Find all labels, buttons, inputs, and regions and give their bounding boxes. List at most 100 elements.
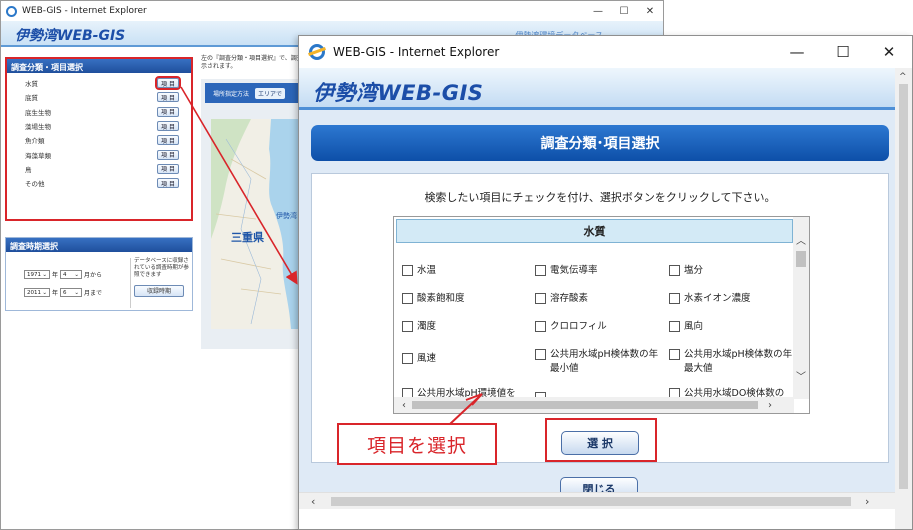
checkbox-item[interactable]: 公共用水域pH検体数の年最大値 xyxy=(669,348,793,376)
chevron-left-icon[interactable]: ‹ xyxy=(396,397,412,413)
popup-window-controls: — ☐ ✕ xyxy=(774,36,912,68)
chevron-left-icon[interactable]: ‹ xyxy=(311,495,315,508)
start-month-select[interactable]: 4 ⌄ xyxy=(60,270,83,279)
start-date-row: 1971 ⌄ 年 4 ⌄ 月から xyxy=(24,270,102,279)
checkbox[interactable] xyxy=(535,265,546,276)
checkbox-item[interactable]: 塩分 xyxy=(669,264,703,278)
item-button[interactable]: 項 目 xyxy=(157,92,179,103)
end-year-select[interactable]: 2011 ⌄ xyxy=(24,288,50,297)
start-year-select[interactable]: 1971 ⌄ xyxy=(24,270,50,279)
period-note-text: データベースに収録されている調査時期が参照できます xyxy=(134,258,189,279)
end-date-row: 2011 ⌄ 年 6 ⌄ 月まで xyxy=(24,288,102,297)
category-label: 底生生物 xyxy=(25,108,51,117)
background-titlebar: WEB-GIS - Internet Explorer xyxy=(1,1,663,21)
category-row: その他 項 目 xyxy=(7,176,191,190)
checkbox[interactable] xyxy=(402,293,413,304)
item-button[interactable]: 項 目 xyxy=(155,76,181,91)
category-label: 底質 xyxy=(25,94,38,103)
page-horizontal-scrollbar[interactable]: ‹ › xyxy=(299,492,897,509)
maximize-button[interactable]: ☐ xyxy=(820,36,866,68)
checkbox-item[interactable]: 溶存酸素 xyxy=(535,292,588,306)
category-label: その他 xyxy=(25,180,45,189)
checkbox-item[interactable]: 公共用水域pH検体数の年最小値 xyxy=(535,348,663,376)
close-window-button[interactable]: ✕ xyxy=(866,36,912,68)
year-unit: 年 xyxy=(52,290,59,297)
checkbox[interactable] xyxy=(669,321,680,332)
checkbox-item[interactable]: 風速 xyxy=(402,352,436,366)
checkbox[interactable] xyxy=(669,265,680,276)
category-label: 海藻草類 xyxy=(25,151,51,160)
category-label: 水質 xyxy=(25,80,38,89)
map-description: 左の『調査分類・項目選択』で、調査表示されます。 xyxy=(201,55,309,70)
list-vertical-scrollbar[interactable]: ︿ ﹀ xyxy=(793,217,809,399)
area-button[interactable]: エリアで xyxy=(255,87,286,99)
select-button-highlight xyxy=(545,418,657,462)
item-button[interactable]: 項 目 xyxy=(157,178,179,189)
end-month-select[interactable]: 6 ⌄ xyxy=(60,288,83,297)
map-label-bay: 伊勢湾 xyxy=(276,212,297,220)
checkbox-item[interactable]: 酸素飽和度 xyxy=(402,292,465,306)
page-vertical-scrollbar[interactable]: ^ xyxy=(895,68,912,509)
page-title-banner: 調査分類･項目選択 xyxy=(311,125,889,161)
background-window-controls: — ☐ ✕ xyxy=(585,1,663,21)
item-button[interactable]: 項 目 xyxy=(157,121,179,132)
category-row: 鳥項 目 xyxy=(7,162,191,176)
chevron-down-icon[interactable]: ﹀ xyxy=(793,367,809,383)
year-unit: 年 xyxy=(52,272,59,279)
category-label: 鳥 xyxy=(25,165,32,174)
item-button[interactable]: 項 目 xyxy=(157,106,179,117)
checkbox-item[interactable]: 水素イオン濃度 xyxy=(669,292,751,306)
chevron-up-icon[interactable]: ︿ xyxy=(793,231,809,247)
map-container: 場所指定方法 エリアで 三重県 伊勢湾 xyxy=(201,79,311,349)
map-graphic xyxy=(211,119,311,329)
scroll-thumb[interactable] xyxy=(899,84,908,489)
checkbox[interactable] xyxy=(402,353,413,364)
start-suffix: 月から xyxy=(84,272,103,279)
period-button[interactable]: 収録時期 xyxy=(134,285,184,298)
map-label-prefecture: 三重県 xyxy=(231,231,264,244)
chevron-right-icon[interactable]: › xyxy=(762,397,778,413)
checkbox[interactable] xyxy=(535,293,546,304)
category-item-panel: 調査分類・項目選択 水質項 目 底質項 目 底生生物項 目 藻場生物項 目 魚介… xyxy=(5,57,193,221)
scrollbar-corner xyxy=(895,507,912,529)
checkbox-item[interactable]: クロロフィル xyxy=(535,320,607,334)
category-row: 底生生物 項 目 xyxy=(7,105,191,119)
checkbox[interactable] xyxy=(669,293,680,304)
category-list: 水質項 目 底質項 目 底生生物項 目 藻場生物項 目 魚介類項 目 海藻草類項… xyxy=(7,73,191,190)
site-logo[interactable]: 伊勢湾WEB-GIS xyxy=(15,25,125,45)
internet-explorer-icon xyxy=(309,44,325,60)
checkbox[interactable] xyxy=(669,349,680,360)
internet-explorer-icon xyxy=(6,5,17,17)
scroll-thumb[interactable] xyxy=(331,497,851,506)
category-row: 水質 項 目 xyxy=(7,76,191,91)
checkbox-item[interactable]: 電気伝導率 xyxy=(535,264,598,278)
category-row: 魚介類 項 目 xyxy=(7,133,191,147)
scroll-thumb[interactable] xyxy=(412,401,758,409)
scroll-thumb[interactable] xyxy=(796,251,806,267)
checkbox[interactable] xyxy=(402,321,413,332)
list-horizontal-scrollbar[interactable]: ‹ › xyxy=(394,397,794,413)
minimize-button[interactable]: — xyxy=(774,36,820,68)
item-button[interactable]: 項 目 xyxy=(157,163,179,174)
minimize-button[interactable]: — xyxy=(585,1,611,21)
checkbox-item[interactable]: 水温 xyxy=(402,264,436,278)
close-button[interactable]: ✕ xyxy=(637,1,663,21)
checkbox-item[interactable]: 濁度 xyxy=(402,320,436,334)
list-header: 水質 xyxy=(396,219,793,243)
maximize-button[interactable]: ☐ xyxy=(611,1,637,21)
checkbox[interactable] xyxy=(535,349,546,360)
end-suffix: 月まで xyxy=(84,290,103,297)
chevron-up-icon[interactable]: ^ xyxy=(899,72,907,82)
checkbox-item[interactable]: 風向 xyxy=(669,320,703,334)
map-view[interactable]: 三重県 伊勢湾 xyxy=(211,119,311,329)
item-checkbox-list[interactable]: 水質 水温 電気伝導率 塩分 酸素飽和度 溶存酸素 水素イオン濃度 濁度 クロロ… xyxy=(393,216,810,414)
checkbox[interactable] xyxy=(535,321,546,332)
category-row: 海藻草類 項 目 xyxy=(7,147,191,161)
item-button[interactable]: 項 目 xyxy=(157,135,179,146)
popup-window-title: WEB-GIS - Internet Explorer xyxy=(333,45,500,59)
popup-site-header: 伊勢湾WEB-GIS xyxy=(299,68,897,110)
period-panel-title: 調査時期選択 xyxy=(6,238,192,252)
chevron-right-icon[interactable]: › xyxy=(865,495,869,508)
checkbox[interactable] xyxy=(402,265,413,276)
item-button[interactable]: 項 目 xyxy=(157,149,179,160)
